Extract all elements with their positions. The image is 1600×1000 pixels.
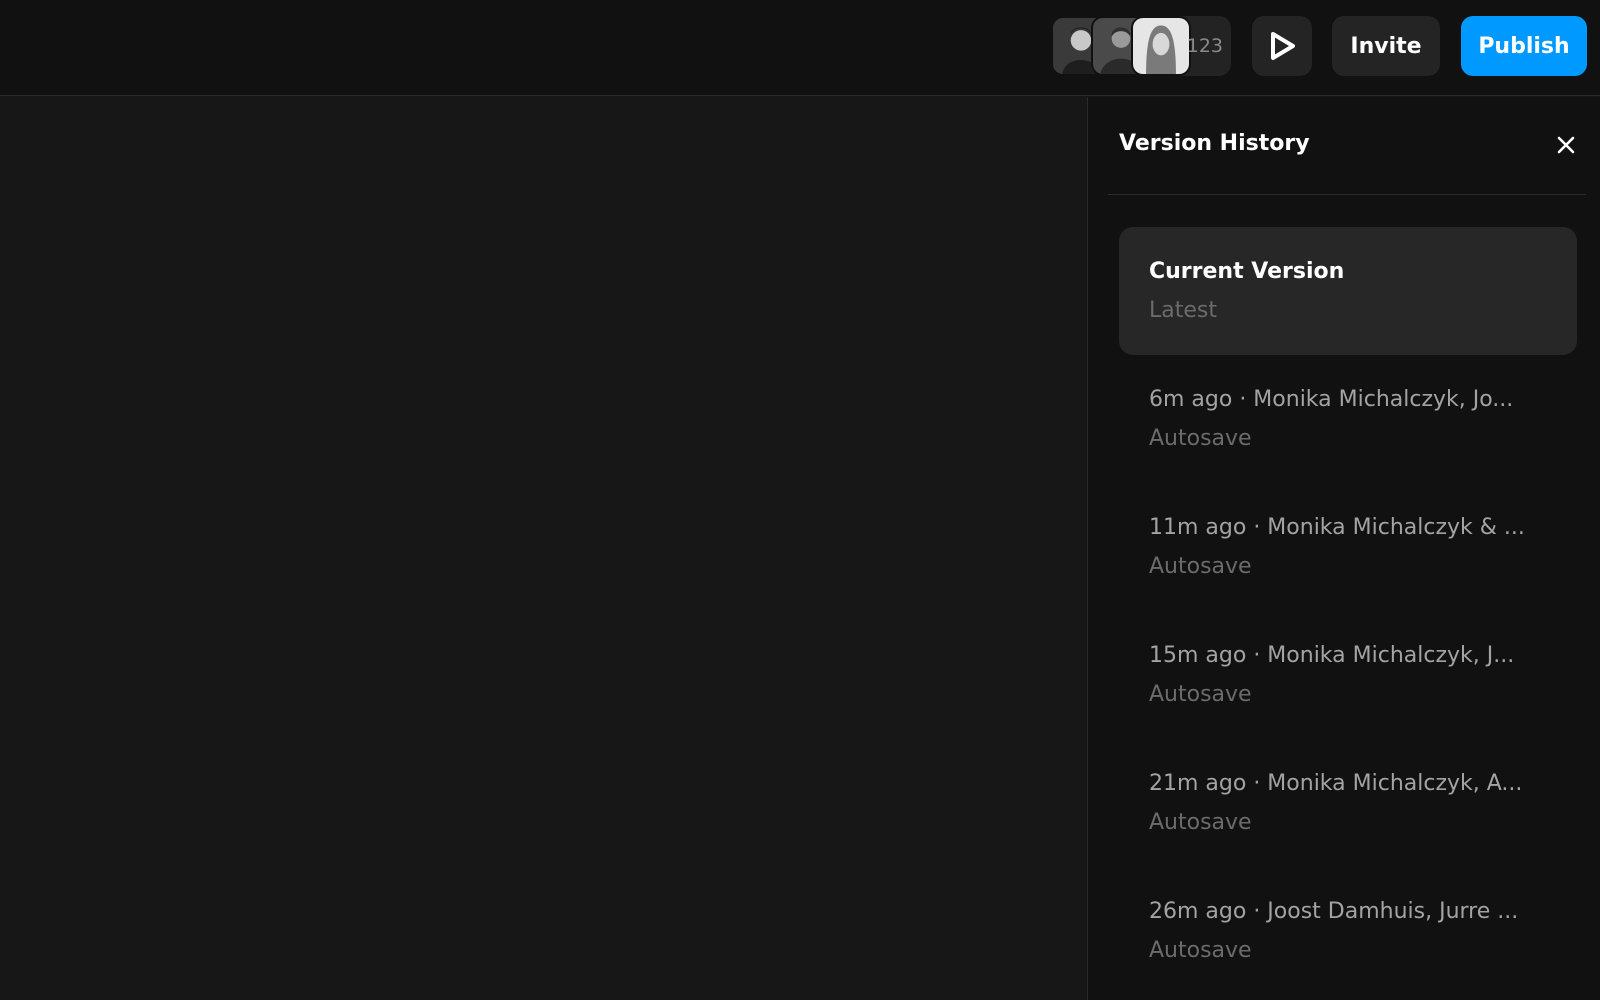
version-title: Current Version — [1149, 259, 1345, 284]
version-subtitle: Autosave — [1149, 554, 1252, 579]
version-title: 15m ago · Monika Michalczyk, J... — [1149, 643, 1515, 668]
play-icon — [1271, 32, 1295, 60]
version-item[interactable]: 21m ago · Monika Michalczyk, A... Autosa… — [1119, 739, 1577, 867]
version-item-current[interactable]: Current Version Latest — [1119, 227, 1577, 355]
version-title: 11m ago · Monika Michalczyk & ... — [1149, 515, 1525, 540]
publish-button[interactable]: Publish — [1461, 16, 1587, 76]
invite-button[interactable]: Invite — [1332, 16, 1440, 76]
collaborator-count: 123 — [1186, 35, 1223, 57]
version-item[interactable]: 6m ago · Monika Michalczyk, Jo... Autosa… — [1119, 355, 1577, 483]
version-history-panel: Version History Current Version Latest 6… — [1087, 97, 1600, 1000]
design-canvas[interactable] — [0, 97, 1087, 1000]
version-item[interactable]: 26m ago · Joost Damhuis, Jurre ... Autos… — [1119, 867, 1577, 995]
user-photo-icon — [1133, 18, 1189, 74]
version-list: Current Version Latest 6m ago · Monika M… — [1119, 227, 1577, 995]
version-subtitle: Autosave — [1149, 426, 1252, 451]
collaborator-avatars[interactable]: 123 — [1051, 16, 1231, 76]
version-title: 26m ago · Joost Damhuis, Jurre ... — [1149, 899, 1519, 924]
version-subtitle: Autosave — [1149, 938, 1252, 963]
version-subtitle: Autosave — [1149, 682, 1252, 707]
version-subtitle: Latest — [1149, 298, 1217, 323]
avatar[interactable] — [1131, 16, 1191, 76]
close-icon — [1557, 136, 1575, 154]
preview-button[interactable] — [1252, 16, 1312, 76]
close-button[interactable] — [1554, 133, 1578, 157]
panel-header: Version History — [1108, 97, 1586, 195]
version-title: 21m ago · Monika Michalczyk, A... — [1149, 771, 1523, 796]
version-title: 6m ago · Monika Michalczyk, Jo... — [1149, 387, 1514, 412]
version-subtitle: Autosave — [1149, 810, 1252, 835]
panel-title: Version History — [1119, 131, 1310, 156]
version-item[interactable]: 11m ago · Monika Michalczyk & ... Autosa… — [1119, 483, 1577, 611]
version-item[interactable]: 15m ago · Monika Michalczyk, J... Autosa… — [1119, 611, 1577, 739]
top-toolbar: 123 Invite Publish — [0, 0, 1600, 96]
